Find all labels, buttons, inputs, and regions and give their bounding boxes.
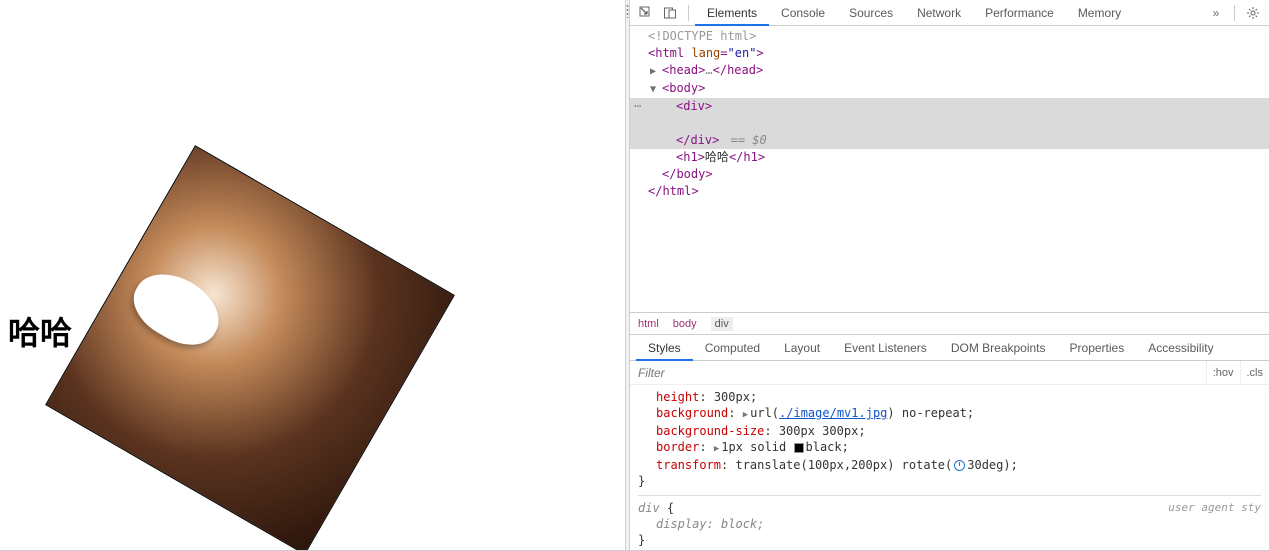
tab-memory[interactable]: Memory (1066, 0, 1133, 26)
ltab-layout[interactable]: Layout (772, 335, 832, 361)
dom-eq-dollar0: == $0 (723, 133, 766, 147)
ltab-event-listeners[interactable]: Event Listeners (832, 335, 939, 361)
angle-clock-icon[interactable] (954, 460, 965, 471)
devtools-tabbar: Elements Console Sources Network Perform… (630, 0, 1269, 26)
settings-gear-icon[interactable] (1241, 2, 1265, 24)
crumb-div[interactable]: div (711, 317, 733, 331)
crumb-body[interactable]: body (673, 318, 697, 330)
expand-triangle-icon-2[interactable]: ▶ (714, 441, 719, 457)
hov-toggle[interactable]: :hov (1206, 361, 1240, 384)
tab-performance[interactable]: Performance (973, 0, 1066, 26)
ltab-accessibility[interactable]: Accessibility (1136, 335, 1225, 361)
dom-doctype: <!DOCTYPE html> (648, 29, 756, 43)
dom-h1-close: h1 (743, 150, 757, 164)
dom-html-open[interactable]: html (655, 46, 684, 60)
expand-triangle-icon[interactable]: ▶ (743, 407, 748, 423)
css-prop-background[interactable]: background (656, 406, 728, 420)
dom-body-close: body (676, 167, 705, 181)
ltab-computed[interactable]: Computed (693, 335, 772, 361)
styles-tabbar: Styles Computed Layout Event Listeners D… (630, 335, 1269, 361)
css-val-border-w[interactable]: 1px solid (721, 440, 786, 454)
ltab-properties[interactable]: Properties (1058, 335, 1137, 361)
dom-head[interactable]: head (669, 63, 698, 77)
css-val-rot-pre: rotate( (902, 458, 953, 472)
styles-filter-input[interactable] (630, 361, 1206, 384)
ua-val-display: block (721, 517, 757, 531)
styles-panel: Styles Computed Layout Event Listeners D… (630, 334, 1269, 550)
page-h1: 哈哈 (8, 308, 72, 354)
app-root: 哈哈 Elements Console Sources Network Perf… (0, 0, 1269, 551)
rotated-div (45, 145, 455, 550)
devtools-panel: Elements Console Sources Network Perform… (630, 0, 1269, 550)
color-swatch-icon[interactable] (794, 443, 804, 453)
ltab-styles[interactable]: Styles (636, 335, 693, 361)
tab-sources[interactable]: Sources (837, 0, 905, 26)
page-viewport: 哈哈 (0, 0, 625, 550)
crumb-html[interactable]: html (638, 318, 659, 330)
css-val-bg-urlpre: url( (750, 406, 779, 420)
css-prop-transform[interactable]: transform (656, 458, 721, 472)
css-val-rot-ang[interactable]: 30deg (967, 458, 1003, 472)
dom-head-close: head (727, 63, 756, 77)
dom-div-open: div (683, 99, 705, 113)
css-val-border-c[interactable]: black (806, 440, 842, 454)
ua-label: user agent sty (1168, 500, 1261, 516)
dom-html-close: html (662, 184, 691, 198)
tab-console[interactable]: Console (769, 0, 837, 26)
css-url-link[interactable]: ./image/mv1.jpg (779, 406, 887, 420)
dom-attr-name: lang (691, 46, 720, 60)
styles-body[interactable]: height: 300px; background: ▶url(./image/… (630, 385, 1269, 550)
dom-div-close: div (690, 133, 712, 147)
css-prop-height[interactable]: height (656, 390, 699, 404)
tab-elements[interactable]: Elements (695, 0, 769, 26)
css-val-bg-urlsuf: ) (887, 406, 894, 420)
css-val-trans-a[interactable]: translate(100px,200px) (735, 458, 894, 472)
gutter-dots-icon[interactable]: ⋯ (634, 98, 641, 115)
device-toggle-icon[interactable] (658, 2, 682, 24)
css-val-bg-repeat[interactable]: no-repeat (902, 406, 967, 420)
css-val-height[interactable]: 300px (714, 390, 750, 404)
inspect-icon[interactable] (634, 2, 658, 24)
css-prop-bgsize[interactable]: background-size (656, 424, 764, 438)
ua-rule: user agent sty div { display: block; } (638, 495, 1261, 548)
ua-prop-display: display (656, 517, 707, 531)
dom-selected-node[interactable]: ⋯ <div> </div> == $0 (630, 98, 1269, 149)
more-tabs-icon[interactable]: » (1204, 2, 1228, 24)
css-prop-border[interactable]: border (656, 440, 699, 454)
dom-attr-val: "en" (728, 46, 757, 60)
dom-h1-text: 哈哈 (705, 150, 729, 164)
ltab-dom-breakpoints[interactable]: DOM Breakpoints (939, 335, 1058, 361)
dom-tree[interactable]: <!DOCTYPE html> <html lang="en"> ▶<head>… (630, 26, 1269, 312)
css-val-rot-suf: ) (1003, 458, 1010, 472)
collapse-arrow-icon[interactable]: ▼ (650, 81, 660, 98)
styles-filter-row: :hov .cls (630, 361, 1269, 385)
ua-selector: div (638, 501, 660, 515)
tab-network[interactable]: Network (905, 0, 973, 26)
expand-arrow-icon[interactable]: ▶ (650, 63, 660, 80)
dom-h1[interactable]: h1 (683, 150, 697, 164)
css-val-bgsize[interactable]: 300px 300px (779, 424, 858, 438)
tabbar-separator (688, 5, 689, 21)
tabbar-separator-2 (1234, 5, 1235, 21)
dom-ellipsis: … (705, 63, 712, 77)
dom-breadcrumb: html body div (630, 312, 1269, 334)
cls-toggle[interactable]: .cls (1240, 361, 1269, 384)
dom-body[interactable]: body (669, 81, 698, 95)
